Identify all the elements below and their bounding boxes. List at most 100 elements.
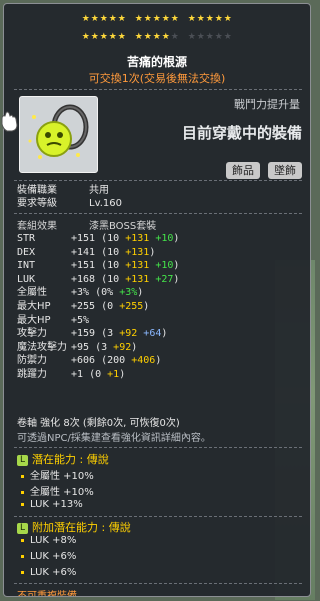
star-icon: ★	[134, 14, 144, 24]
stat-base: 10	[107, 233, 120, 244]
equipped-status: 目前穿戴中的裝備	[181, 124, 302, 142]
divider	[14, 89, 302, 90]
bullet-icon	[21, 570, 24, 574]
star-icon: ★	[205, 14, 215, 24]
stat-row: 魔法攻擊力 +95 (3 +92)	[17, 341, 138, 353]
stat-total: +255	[71, 301, 96, 312]
stat-base: 10	[107, 246, 120, 258]
stat-total: +159	[71, 328, 96, 340]
additional-line-text: LUK +8%	[30, 535, 77, 546]
stat-name: 最大HP	[17, 301, 51, 312]
potential-header: L 潛在能力 : 傳說	[17, 451, 109, 467]
item-name: 苦痛的根源	[126, 55, 187, 69]
set-effect-value: 漆黑BOSS套裝	[89, 221, 157, 232]
item-icon	[19, 96, 98, 173]
stat-star-bonus: +10	[155, 260, 174, 272]
set-effect-row: 套組效果 漆黑BOSS套裝	[17, 217, 156, 232]
star-icon: ★	[196, 14, 206, 24]
bullet-icon	[21, 502, 24, 506]
hand-cursor-icon	[1, 111, 18, 132]
stat-name: 最大HP	[17, 314, 51, 326]
legendary-badge-icon: L	[17, 522, 28, 534]
additional-potential-line: LUK +6%	[21, 567, 76, 578]
stat-scroll-bonus: +255	[119, 301, 144, 312]
divider	[14, 516, 302, 517]
stat-name: STR	[17, 233, 36, 244]
stat-base: 3	[107, 328, 114, 340]
item-tooltip: ★★★★★ ★★★★★ ★★★★★ ★★★★★ ★★★★★ ★★★★★ 苦痛的根源 可交…	[3, 3, 311, 597]
potential-line-text: 全屬性 +10%	[30, 471, 94, 482]
stat-total: +1	[71, 369, 84, 380]
stat-scroll-bonus: +92	[113, 341, 132, 353]
star-icon: ★	[187, 14, 197, 24]
star-icon: ★	[214, 14, 224, 24]
stat-scroll-bonus: +131	[125, 273, 150, 285]
stat-base: 0%	[101, 287, 114, 299]
potential-line-text: 全屬性 +10%	[30, 487, 94, 498]
job-row: 裝備職業 共用	[17, 184, 109, 197]
star-icon: ★	[143, 14, 153, 24]
stat-scroll-bonus: +1	[107, 369, 120, 380]
additional-line-text: LUK +6%	[30, 551, 77, 562]
potential-line-text: LUK +13%	[30, 499, 83, 510]
star-icon: ★	[152, 14, 162, 24]
stat-row: 跳躍力 +1 (0 +1)	[17, 369, 126, 380]
potential-line: LUK +13%	[21, 499, 83, 510]
bullet-icon	[21, 490, 24, 494]
upgrade-info-note: 可透過NPC/採集建查看強化資訊詳細內容。	[17, 433, 211, 444]
stat-name: DEX	[17, 246, 36, 258]
stat-star-bonus: +64	[143, 328, 162, 340]
star-icon: ★	[134, 32, 144, 42]
additional-potential-title: 附加潛在能力 : 傳說	[32, 521, 131, 534]
scroll-upgrade-line: 卷軸 強化 8次 (剩餘0次, 可恢復0次)	[17, 418, 180, 429]
empty-star-icon: ★	[205, 32, 215, 42]
bullet-icon	[21, 474, 24, 478]
stat-name: 攻擊力	[17, 328, 47, 340]
starforce-row-1: ★★★★★ ★★★★★ ★★★★★	[4, 13, 310, 25]
stat-total: +3%	[71, 287, 90, 299]
star-icon: ★	[99, 32, 109, 42]
req-level-row: 要求等級 Lv.160	[17, 197, 122, 210]
stat-scroll-bonus: +131	[125, 233, 150, 244]
stat-row: 最大HP +5%	[17, 315, 89, 327]
req-level-value: Lv.160	[89, 198, 122, 209]
stat-scroll-bonus: +131	[125, 260, 150, 272]
stat-total: +95	[71, 341, 90, 353]
stat-base: 0	[95, 369, 102, 380]
star-icon: ★	[161, 14, 171, 24]
empty-star-icon: ★	[187, 32, 197, 42]
additional-potential-line: LUK +6%	[21, 551, 76, 562]
stat-scroll-bonus: +92	[119, 328, 138, 340]
stat-total: +151	[71, 233, 96, 244]
stat-name: INT	[17, 260, 36, 272]
stat-row: LUK +168 (10 +131 +27)	[17, 273, 180, 285]
tag-accessory: 飾品	[226, 162, 260, 179]
stat-name: 防禦力	[17, 355, 47, 367]
empty-star-icon: ★	[223, 32, 233, 42]
potential-line: 全屬性 +10%	[21, 467, 94, 482]
star-icon: ★	[223, 14, 233, 24]
stat-name: 跳躍力	[17, 369, 47, 380]
stat-row: 攻擊力 +159 (3 +92 +64)	[17, 328, 168, 340]
stat-name: 魔法攻擊力	[17, 341, 67, 353]
star-icon: ★	[152, 32, 162, 42]
star-icon: ★	[108, 14, 118, 24]
star-icon: ★	[117, 14, 127, 24]
additional-potential-line: LUK +8%	[21, 535, 76, 546]
stat-row: 最大HP +255 (0 +255)	[17, 301, 150, 312]
stat-total: +141	[71, 246, 96, 258]
potential-title: 潛在能力 : 傳說	[32, 453, 109, 466]
star-icon: ★	[170, 14, 180, 24]
additional-line-text: LUK +6%	[30, 567, 77, 578]
starforce-row-2: ★★★★★ ★★★★★ ★★★★★	[4, 31, 310, 43]
stat-name: LUK	[17, 273, 36, 285]
bullet-icon	[21, 538, 24, 542]
star-icon: ★	[81, 14, 91, 24]
set-effect-label: 套組效果	[17, 221, 57, 232]
stat-row: 防禦力 +606 (200 +406)	[17, 355, 162, 367]
stat-base: 3	[101, 341, 108, 353]
star-icon: ★	[161, 32, 171, 42]
stat-total: +5%	[71, 314, 90, 326]
req-level-label: 要求等級	[17, 198, 57, 209]
stat-scroll-bonus: +131	[125, 246, 150, 258]
